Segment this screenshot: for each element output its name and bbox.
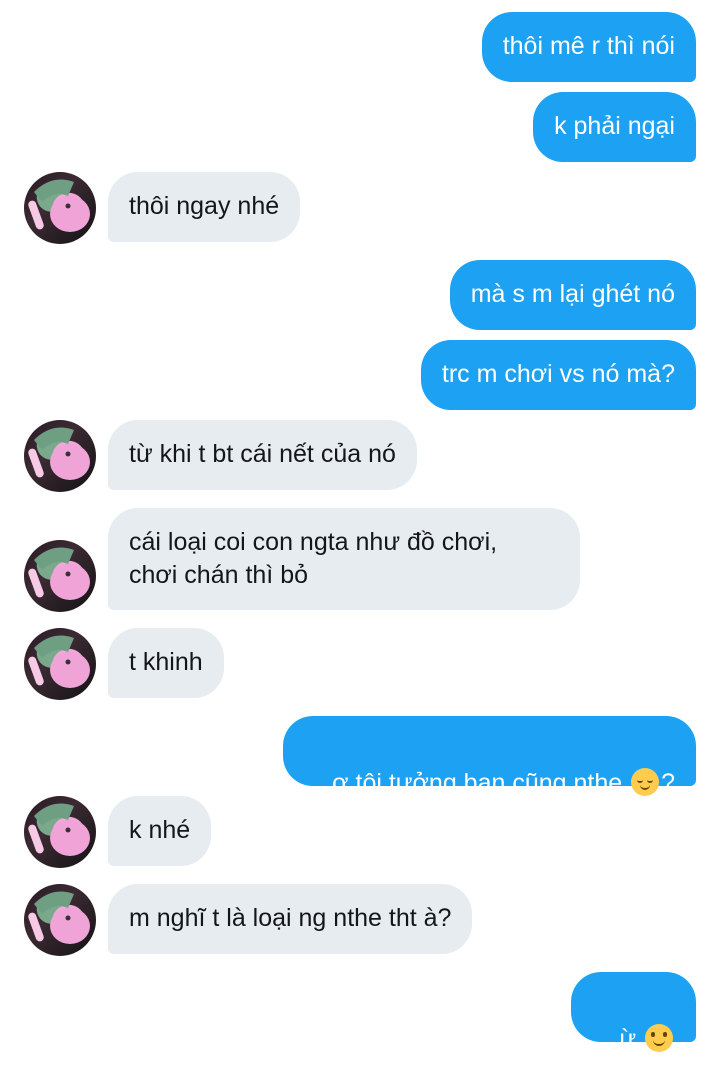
- outgoing-message[interactable]: ừ: [570, 972, 696, 1053]
- contact-avatar[interactable]: [24, 628, 96, 700]
- outgoing-message[interactable]: ơ tôi tưởng bạn cũng nthe ?: [283, 716, 696, 797]
- message-suffix: ?: [661, 769, 675, 797]
- outgoing-message[interactable]: k phải ngại: [533, 92, 696, 162]
- outgoing-message[interactable]: thôi mê r thì nói: [481, 12, 696, 82]
- chat-thread: thôi mê r thì nói k phải ngại thôi ngay …: [0, 0, 720, 1053]
- avatar-image: [28, 547, 90, 600]
- outgoing-message[interactable]: mà s m lại ghét nó: [449, 260, 696, 330]
- message-text: ừ: [619, 1025, 643, 1053]
- incoming-message[interactable]: từ khi t bt cái nết của nó: [108, 420, 417, 490]
- avatar-image: [28, 803, 90, 856]
- incoming-message[interactable]: m nghĩ t là loại ng nthe tht à?: [108, 884, 473, 954]
- slightly-smiling-face-icon: [645, 1024, 673, 1052]
- relieved-face-icon: [631, 768, 660, 796]
- avatar-image: [28, 635, 90, 688]
- contact-avatar[interactable]: [24, 540, 96, 612]
- avatar-image: [28, 891, 90, 944]
- contact-avatar[interactable]: [24, 796, 96, 868]
- message-text: ơ tôi tưởng bạn cũng nthe: [332, 769, 630, 797]
- avatar-image: [28, 179, 90, 232]
- outgoing-message[interactable]: trc m chơi vs nó mà?: [420, 340, 696, 410]
- incoming-message[interactable]: cái loại coi con ngta như đồ chơi, chơi …: [108, 508, 580, 610]
- contact-avatar[interactable]: [24, 420, 96, 492]
- contact-avatar[interactable]: [24, 884, 96, 956]
- incoming-message[interactable]: thôi ngay nhé: [108, 172, 301, 242]
- contact-avatar[interactable]: [24, 172, 96, 244]
- incoming-message[interactable]: k nhé: [108, 796, 212, 866]
- avatar-image: [28, 427, 90, 480]
- incoming-message[interactable]: t khinh: [108, 628, 224, 698]
